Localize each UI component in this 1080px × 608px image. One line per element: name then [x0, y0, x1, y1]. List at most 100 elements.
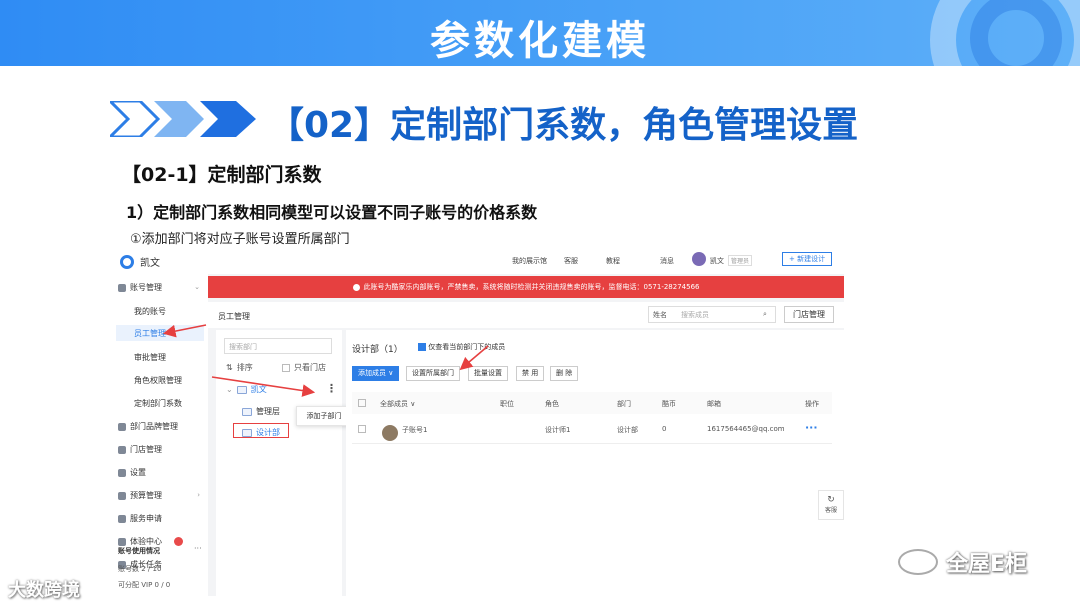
topbar-link-tutorial[interactable]: 教程 — [606, 256, 620, 266]
sidebar-item-brand[interactable]: 部门品牌管理 — [118, 421, 178, 432]
checkbox-checked-icon — [418, 343, 426, 351]
store-manage-button[interactable]: 门店管理 — [784, 306, 834, 323]
avatar — [382, 425, 398, 441]
sidebar-item-label: 设置 — [130, 468, 146, 477]
sidebar-sub-staff[interactable]: 员工管理 — [134, 328, 166, 339]
col-dept: 部门 — [617, 400, 631, 408]
topbar-link-gallery[interactable]: 我的展示馆 — [512, 256, 547, 266]
col-email: 邮箱 — [707, 400, 721, 408]
sidebar-item-label: 预算管理 — [130, 491, 162, 500]
support-float-button[interactable]: ↻ 客服 — [818, 490, 844, 520]
sidebar-sub-roles[interactable]: 角色权限管理 — [134, 375, 182, 386]
checkbox-label: 仅查看当前部门下的成员 — [428, 343, 506, 351]
cell-name: 子账号1 — [402, 426, 428, 434]
sidebar-item-budget[interactable]: 预算管理 — [118, 490, 162, 501]
chevron-arrows-icon — [110, 101, 256, 137]
search-icon[interactable]: ⌕ — [763, 310, 767, 319]
delete-button[interactable]: 删 除 — [550, 366, 579, 381]
disable-button[interactable]: 禁 用 — [516, 366, 545, 381]
user-icon — [118, 283, 126, 292]
logo-icon — [120, 254, 134, 269]
notification-badge — [174, 537, 183, 546]
experience-icon — [118, 537, 126, 546]
dept-search-input[interactable]: 搜索部门 — [224, 338, 332, 354]
add-subdept-popup[interactable]: 添加子部门 — [296, 406, 352, 426]
row-more-button[interactable]: ··· — [805, 421, 818, 434]
col-members[interactable]: 全部成员 ∨ — [380, 399, 415, 409]
tree-node-root[interactable]: ⌄ 凯文 — [226, 384, 267, 395]
role-tag: 管理员 — [728, 255, 753, 266]
cell-role: 设计师1 — [545, 426, 571, 434]
sidebar-sub-approval[interactable]: 审批管理 — [134, 352, 166, 363]
search-type-select[interactable]: 姓名 — [653, 310, 667, 320]
sidebar-item-account[interactable]: 账号管理 — [118, 282, 162, 293]
alert-banner: 此账号为酷家乐内部账号，严禁售卖，系统将随时检测并关闭违规售卖的账号，监督电话：… — [208, 276, 844, 298]
sidebar-item-label: 门店管理 — [130, 445, 162, 454]
more-vertical-icon[interactable]: ⋮ — [326, 382, 337, 395]
budget-icon — [118, 491, 126, 500]
col-role: 角色 — [545, 400, 559, 408]
only-store-checkbox[interactable]: 只看门店 — [282, 362, 326, 373]
col-position: 职位 — [500, 400, 514, 408]
brand-logo[interactable]: 凯文 — [120, 254, 160, 269]
set-department-button[interactable]: 设置所属部门 — [406, 366, 460, 381]
watermark-left: 大数跨境 — [8, 580, 80, 601]
top-banner: 参数化建模 — [0, 0, 1080, 66]
table-header: 全部成员 ∨ 职位 角色 部门 酷币 邮箱 操作 — [352, 392, 832, 414]
sort-button[interactable]: ⇅ 排序 — [226, 362, 253, 373]
sidebar-item-settings[interactable]: 设置 — [118, 467, 146, 478]
chevron-down-icon: ⌄ — [194, 283, 200, 291]
usage-title: 账号使用情况 — [118, 547, 160, 555]
step-text: ①添加部门将对应子账号设置所属部门 — [130, 232, 350, 247]
banner-title: 参数化建模 — [430, 17, 650, 64]
col-actions: 操作 — [805, 400, 819, 408]
select-all-checkbox[interactable] — [358, 399, 366, 407]
subsection-heading: 1）定制部门系数相同模型可以设置不同子账号的价格系数 — [126, 203, 538, 222]
sidebar-item-service[interactable]: 服务申请 — [118, 513, 162, 524]
service-icon — [118, 514, 126, 523]
alert-text: 此账号为酷家乐内部账号，严禁售卖，系统将随时检测并关闭违规售卖的账号，监督电话：… — [363, 283, 700, 291]
sidebar-item-store[interactable]: 门店管理 — [118, 444, 162, 455]
folder-icon — [236, 385, 247, 394]
table-row[interactable]: 子账号1 设计师1 设计部 0 1617564465@qq.com ··· — [352, 414, 832, 444]
sidebar-item-label: 服务申请 — [130, 514, 162, 523]
new-design-button[interactable]: + 新建设计 — [782, 252, 833, 266]
app-screenshot: 凯文 账号管理 ⌄ 我的账号 员工管理 审批管理 角色权限管理 定制部门系数 部… — [112, 246, 844, 596]
tree-node-label: 管理层 — [256, 407, 280, 416]
sidebar-sub-my-account[interactable]: 我的账号 — [134, 306, 166, 317]
sort-label: 排序 — [236, 363, 253, 372]
watermark-right: 全屋E柜 — [898, 546, 1027, 578]
more-icon[interactable]: ··· — [194, 544, 202, 553]
department-tree: 搜索部门 ⇅ 排序 只看门店 ⌄ 凯文 ⋮ 管理层 设计部 — [216, 330, 342, 596]
search-input[interactable]: 搜索成员 — [681, 310, 709, 320]
selection-highlight-box — [233, 423, 289, 438]
avatar[interactable] — [692, 252, 706, 266]
refresh-icon: ↻ — [827, 495, 835, 505]
page-title: 员工管理 — [218, 312, 250, 321]
page-header: 员工管理 姓名 搜索成员 ⌕ 门店管理 — [208, 302, 844, 328]
tree-node-management[interactable]: 管理层 — [242, 406, 280, 417]
sidebar-item-label: 账号管理 — [130, 283, 162, 292]
section-heading: 【02-1】定制部门系数 — [122, 164, 322, 186]
add-member-button[interactable]: 添加成员 ∨ — [352, 366, 400, 381]
topbar-link-support[interactable]: 客服 — [564, 256, 578, 266]
cell-email: 1617564465@qq.com — [707, 425, 785, 433]
info-icon — [352, 283, 360, 291]
member-panel: 设计部（1） 仅查看当前部门下的成员 添加成员 ∨ 设置所属部门 批量设置 禁 … — [346, 330, 844, 596]
support-label: 客服 — [824, 507, 837, 514]
batch-settings-button[interactable]: 批量设置 — [468, 366, 508, 381]
cell-coins: 0 — [662, 425, 667, 433]
user-name[interactable]: 凯文 — [710, 256, 724, 266]
checkbox-icon — [282, 363, 290, 372]
row-checkbox[interactable] — [358, 425, 366, 433]
sidebar-sub-dept-coef[interactable]: 定制部门系数 — [134, 398, 182, 409]
current-dept-only-checkbox[interactable]: 仅查看当前部门下的成员 — [418, 342, 505, 352]
only-store-label: 只看门店 — [294, 363, 326, 372]
member-search[interactable]: 姓名 搜索成员 ⌕ — [648, 306, 776, 323]
brand-icon — [118, 422, 126, 431]
watermark-right-text: 全屋E柜 — [946, 552, 1028, 577]
chevron-right-icon: › — [197, 491, 200, 499]
topbar-link-messages[interactable]: 消息 — [660, 256, 674, 266]
wechat-icon — [898, 549, 938, 575]
usage-vip: 可分配 VIP 0 / 0 — [118, 581, 171, 589]
